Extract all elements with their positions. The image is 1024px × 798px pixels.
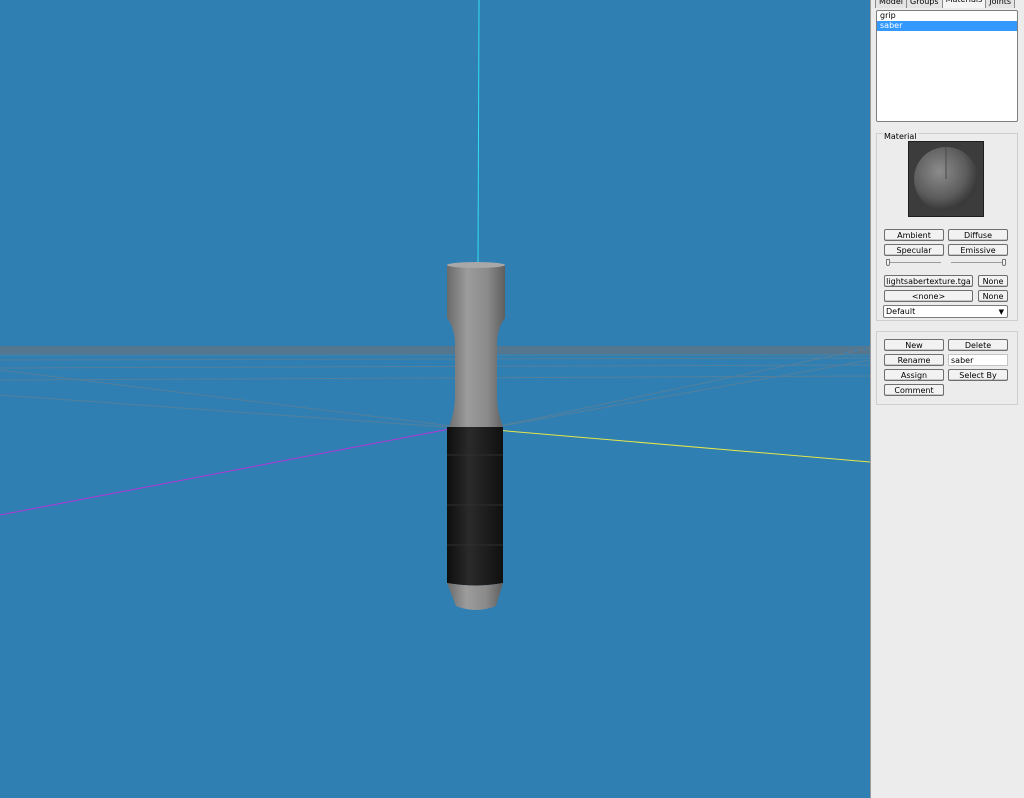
sphere-map-none-button[interactable]: None <box>978 290 1008 302</box>
tab-model[interactable]: Model <box>875 0 908 8</box>
list-item[interactable]: grip <box>877 11 1017 21</box>
material-group-title: Material <box>883 132 918 141</box>
chevron-down-icon: ▼ <box>998 308 1004 316</box>
tab-groups[interactable]: Groups <box>906 0 943 8</box>
sphere-map-button[interactable]: <none> <box>884 290 973 302</box>
texture-none-button[interactable]: None <box>978 275 1008 287</box>
delete-button[interactable]: Delete <box>948 339 1008 351</box>
lightsaber-model <box>447 262 505 610</box>
actions-group: New Delete Rename saber Assign Select By… <box>876 331 1018 405</box>
select-by-button[interactable]: Select By <box>948 369 1008 381</box>
material-group: Material Ambient Diffuse Specular Emissi… <box>876 132 1018 321</box>
y-axis <box>477 0 480 266</box>
tab-materials[interactable]: Materials <box>941 0 987 8</box>
side-panel: Model Groups Materials Joints grip saber… <box>870 0 1024 798</box>
x-axis <box>459 426 870 463</box>
tab-joints[interactable]: Joints <box>985 0 1016 8</box>
diffuse-button[interactable]: Diffuse <box>948 229 1008 241</box>
shininess-slider[interactable] <box>886 259 941 267</box>
blend-mode-value: Default <box>886 307 916 316</box>
new-button[interactable]: New <box>884 339 944 351</box>
specular-button[interactable]: Specular <box>884 244 944 256</box>
slider-thumb[interactable] <box>886 259 890 266</box>
grid-lines <box>0 346 870 429</box>
transparency-slider[interactable] <box>951 259 1006 267</box>
sphere-preview-icon <box>914 147 978 211</box>
material-list[interactable]: grip saber <box>876 10 1018 122</box>
slider-track <box>951 262 1006 263</box>
slider-track <box>886 262 941 263</box>
panel-tabs: Model Groups Materials Joints <box>875 0 1016 8</box>
comment-button[interactable]: Comment <box>884 384 944 396</box>
z-axis <box>0 426 461 516</box>
emissive-button[interactable]: Emissive <box>948 244 1008 256</box>
texture-button[interactable]: lightsabertexture.tga <box>884 275 973 287</box>
ambient-button[interactable]: Ambient <box>884 229 944 241</box>
viewport-scene <box>0 0 870 610</box>
slider-thumb[interactable] <box>1002 259 1006 266</box>
3d-viewport[interactable] <box>0 0 870 798</box>
assign-button[interactable]: Assign <box>884 369 944 381</box>
list-item[interactable]: saber <box>877 21 1017 31</box>
rename-button[interactable]: Rename <box>884 354 944 366</box>
blend-mode-select[interactable]: Default ▼ <box>883 305 1008 318</box>
material-name-field[interactable]: saber <box>948 354 1008 366</box>
material-preview <box>908 141 984 217</box>
